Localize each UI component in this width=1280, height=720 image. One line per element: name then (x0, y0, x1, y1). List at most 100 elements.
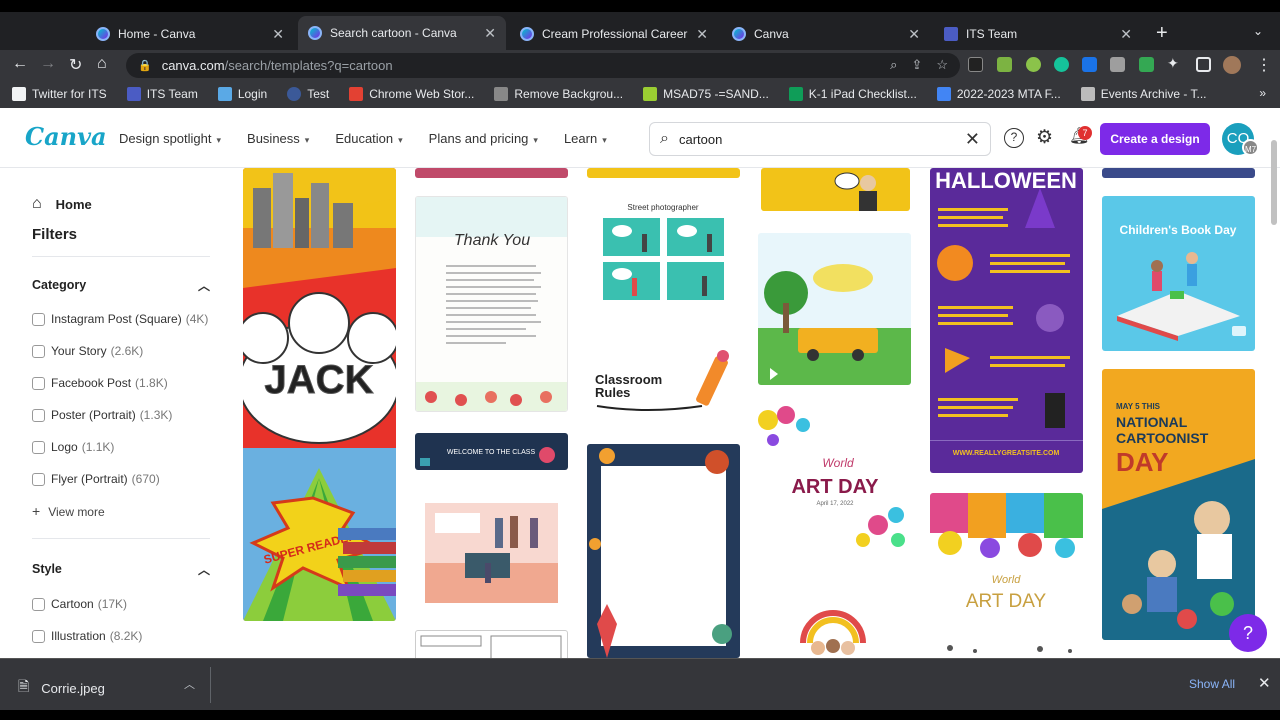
floating-help-button[interactable]: ? (1229, 614, 1267, 652)
checkbox[interactable] (32, 344, 45, 358)
nav-business[interactable]: Business ▾ (247, 131, 309, 146)
category-checkbox[interactable]: Instagram Post (Square) (4K) (32, 312, 208, 326)
template-card-thank-you[interactable]: Thank You (415, 196, 568, 412)
extension-blue-icon[interactable] (1082, 57, 1097, 72)
tab-cream-career[interactable]: Cream Professional Career Boo ✕ (510, 18, 718, 50)
template-card-world-art-day[interactable]: World ART DAY April 17, 2022 (758, 405, 911, 560)
bookmark-item[interactable]: Events Archive - T... (1080, 87, 1207, 101)
bookmark-item[interactable]: K-1 iPad Checklist... (788, 87, 917, 101)
bookmark-item[interactable]: 2022-2023 MTA F... (936, 87, 1061, 101)
checkbox[interactable] (32, 408, 45, 422)
close-icon[interactable]: ✕ (908, 26, 920, 43)
gear-icon[interactable]: ⚙ (1036, 126, 1053, 149)
close-icon[interactable]: ✕ (484, 25, 496, 42)
tab-search-cartoon[interactable]: Search cartoon - Canva ✕ (298, 16, 506, 50)
template-card-school-bus[interactable] (758, 233, 911, 385)
chevron-more-icon[interactable]: » (1259, 86, 1266, 100)
template-card-street-photographer[interactable]: Street photographer (587, 196, 740, 316)
checkbox[interactable] (32, 472, 45, 486)
bookmark-item[interactable]: Test (287, 87, 329, 101)
category-checkbox[interactable]: Your Story (2.6K) (32, 344, 143, 358)
checkbox[interactable] (32, 629, 45, 643)
extension-doc-icon[interactable] (1139, 57, 1154, 72)
extensions-puzzle-icon[interactable]: ✦ (1167, 55, 1179, 72)
bookmark-item[interactable]: ITS Team (126, 87, 198, 101)
tab-search-chevron-icon[interactable]: ⌄ (1253, 24, 1263, 38)
tab-its-team[interactable]: ITS Team ✕ (934, 18, 1142, 50)
bookmark-item[interactable]: Twitter for ITS (12, 87, 107, 101)
template-card-space-frame[interactable] (587, 444, 740, 658)
chevron-up-icon[interactable]: ︿ (184, 676, 195, 692)
view-more-button[interactable]: + View more (32, 503, 105, 519)
clear-search-icon[interactable]: ✕ (965, 129, 980, 150)
page-scrollbar[interactable] (1271, 140, 1277, 225)
template-card-kids-rainbow[interactable] (758, 608, 911, 658)
template-card-childrens-book-day[interactable]: Children's Book Day (1102, 196, 1255, 351)
checkbox[interactable] (32, 597, 45, 611)
home-icon[interactable]: ⌂ (97, 55, 107, 73)
template-card-welcome[interactable]: WELCOME TO THE CLASS (415, 433, 568, 470)
reload-icon[interactable]: ↻ (69, 55, 82, 75)
template-card-world-art-day-2[interactable]: World ART DAY (930, 493, 1083, 658)
category-checkbox[interactable]: Flyer (Portrait) (670) (32, 472, 160, 486)
download-item[interactable]: 🗎 Corrie.jpeg (18, 676, 105, 700)
style-header[interactable]: Style ︿ (32, 562, 210, 577)
zoom-icon[interactable]: ⌕ (890, 57, 897, 73)
template-card-yellow-comic[interactable] (761, 168, 910, 211)
template-card-jack[interactable]: JACK SUPER READER! (243, 168, 396, 621)
style-checkbox[interactable]: Illustration (8.2K) (32, 629, 142, 643)
address-bar[interactable]: 🔒 canva.com/search/templates?q=cartoon ⌕… (126, 53, 960, 78)
template-card-classroom-scene[interactable] (415, 488, 568, 608)
template-card-partial[interactable] (587, 168, 740, 178)
share-icon[interactable]: ⇪ (911, 57, 922, 73)
bookmark-item[interactable]: Chrome Web Stor... (349, 87, 474, 101)
template-card-halloween[interactable]: HALLOWEEN WWW.REALLYGREATSITE.COM (930, 168, 1083, 473)
nav-design-spotlight[interactable]: Design spotlight ▾ (119, 131, 221, 146)
extension-plus-icon[interactable] (1026, 57, 1041, 72)
qr-extension-icon[interactable] (968, 57, 983, 72)
bookmark-item[interactable]: Login (217, 87, 267, 101)
extension-green-icon[interactable] (997, 57, 1012, 72)
template-card-partial[interactable] (1102, 168, 1255, 178)
bookmark-star-icon[interactable]: ☆ (936, 57, 948, 73)
create-design-button[interactable]: Create a design (1100, 123, 1210, 155)
chrome-menu-icon[interactable]: ⋮ (1256, 55, 1272, 75)
bookmark-item[interactable]: MSAD75 -=SAND... (643, 87, 769, 101)
sidebar-item-home[interactable]: ⌂ Home (32, 195, 92, 213)
close-icon[interactable]: ✕ (696, 26, 708, 43)
nav-education[interactable]: Education ▾ (335, 131, 402, 146)
plus-icon: + (32, 503, 41, 519)
profile-avatar[interactable] (1223, 56, 1241, 74)
category-checkbox[interactable]: Poster (Portrait) (1.3K) (32, 408, 172, 422)
category-checkbox[interactable]: Logo (1.1K) (32, 440, 114, 454)
grammarly-icon[interactable] (1054, 57, 1069, 72)
close-icon[interactable]: ✕ (272, 26, 284, 43)
close-icon[interactable]: ✕ (1120, 26, 1132, 43)
checkbox[interactable] (32, 312, 45, 326)
nav-learn[interactable]: Learn ▾ (564, 131, 607, 146)
new-tab-button[interactable]: + (1156, 22, 1168, 45)
bookmark-item[interactable]: Remove Backgrou... (494, 87, 623, 101)
show-all-link[interactable]: Show All (1189, 677, 1235, 691)
template-card-classroom-rules[interactable]: Classroom Rules (587, 344, 740, 424)
side-panel-icon[interactable] (1196, 57, 1211, 72)
category-header[interactable]: Category ︿ (32, 278, 210, 293)
template-card-partial[interactable] (415, 168, 568, 178)
back-arrow-icon[interactable]: ← (12, 55, 28, 73)
checkbox[interactable] (32, 376, 45, 390)
notification-badge: 7 (1078, 126, 1092, 140)
canva-logo[interactable]: Canva (25, 122, 107, 151)
nav-plans-pricing[interactable]: Plans and pricing ▾ (429, 131, 538, 146)
tab-home-canva[interactable]: Home - Canva ✕ (86, 18, 294, 50)
template-card-cartoonist-day[interactable]: MAY 5 THIS NATIONAL CARTOONIST DAY (1102, 369, 1255, 640)
help-icon[interactable]: ? (1004, 128, 1024, 148)
category-checkbox[interactable]: Facebook Post (1.8K) (32, 376, 168, 390)
forward-arrow-icon[interactable]: → (40, 55, 56, 73)
close-icon[interactable]: ✕ (1258, 674, 1271, 692)
template-card-partial[interactable] (415, 630, 568, 658)
screencast-icon[interactable] (1110, 57, 1125, 72)
style-checkbox[interactable]: Cartoon (17K) (32, 597, 127, 611)
search-input[interactable]: ⌕ cartoon ✕ (649, 122, 991, 156)
tab-canva[interactable]: Canva ✕ (722, 18, 930, 50)
checkbox[interactable] (32, 440, 45, 454)
